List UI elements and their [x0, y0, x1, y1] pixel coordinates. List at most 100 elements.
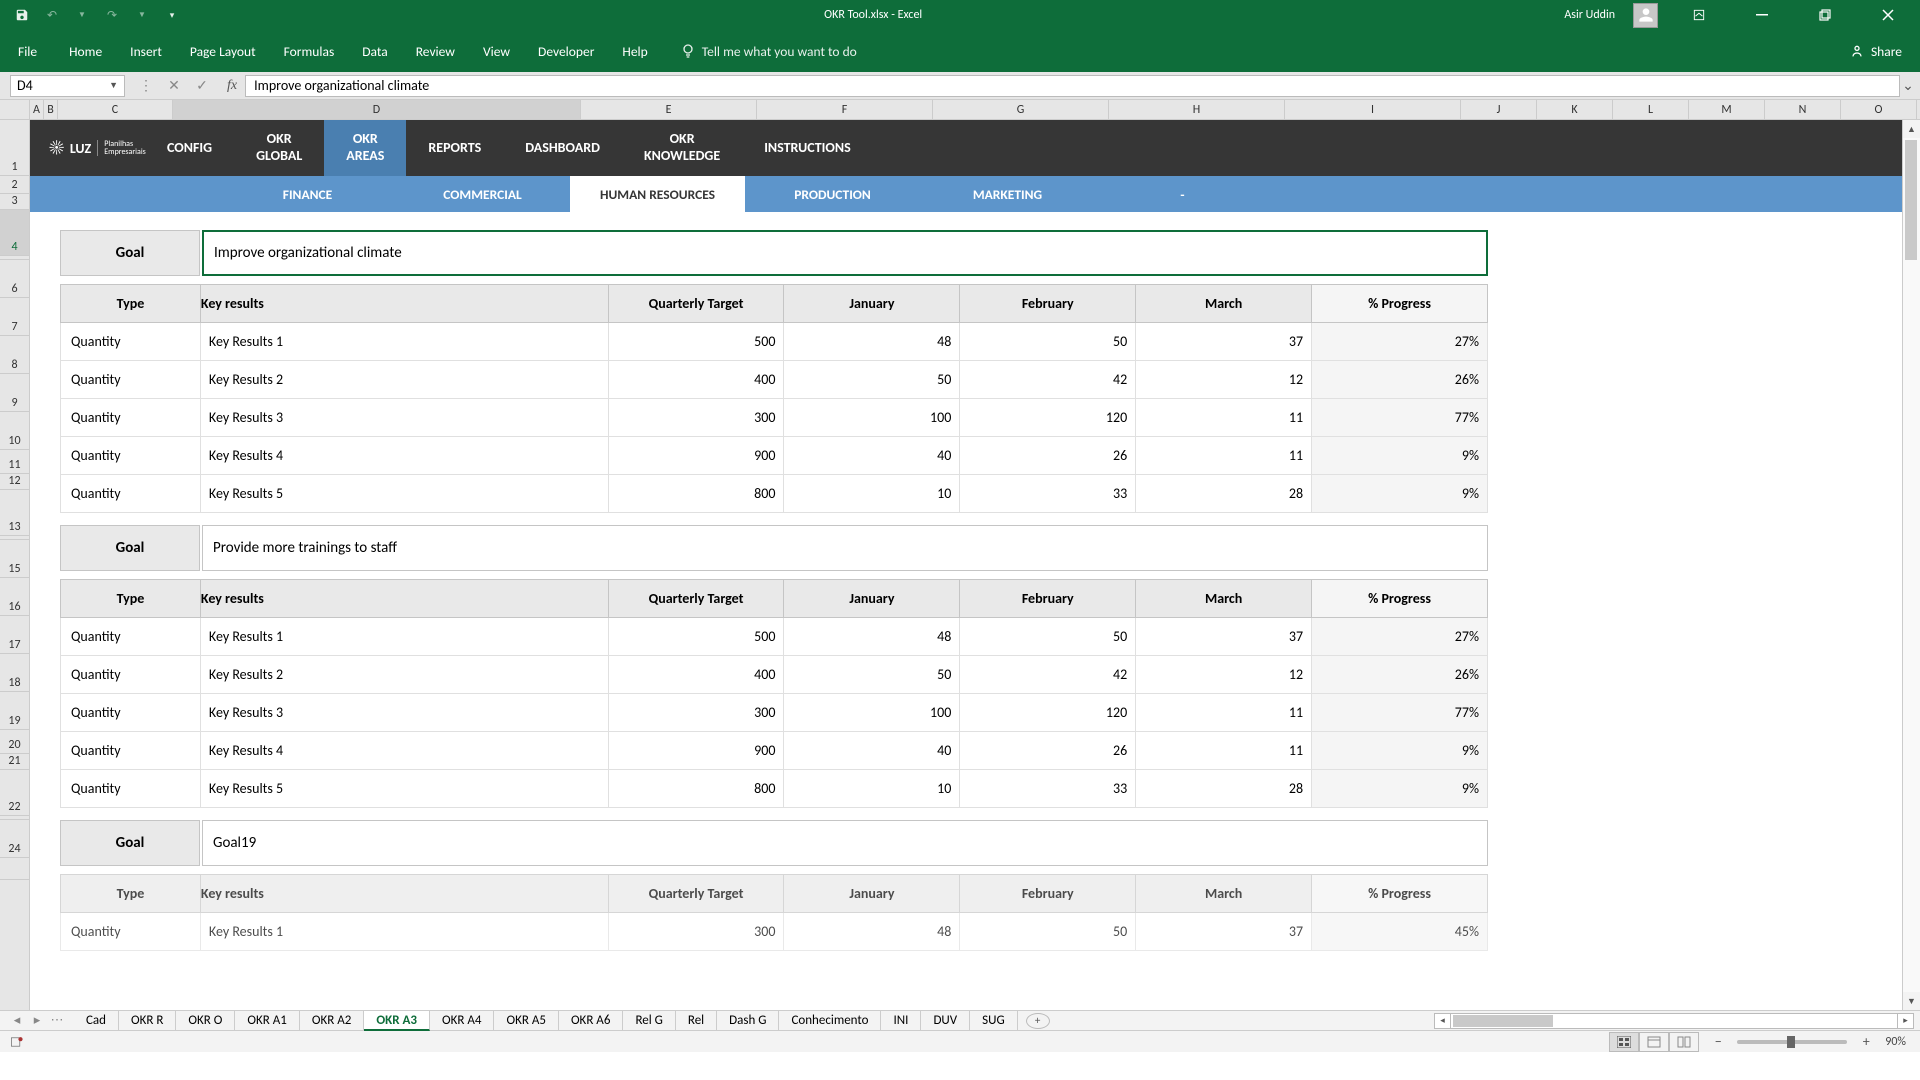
cell-jan[interactable]: 48	[784, 618, 960, 656]
undo-icon[interactable]: ↶	[42, 5, 62, 25]
cell-kr[interactable]: Key Results 5	[200, 475, 608, 513]
redo-dd-icon[interactable]: ▼	[132, 5, 152, 25]
sheet-tab-dash-g[interactable]: Dash G	[717, 1011, 779, 1031]
cell-feb[interactable]: 50	[960, 618, 1136, 656]
nav-instructions[interactable]: INSTRUCTIONS	[742, 120, 873, 176]
cell-prog[interactable]: 27%	[1312, 323, 1488, 361]
goal-input-2[interactable]: Goal19	[202, 820, 1488, 866]
sheet-tab-okr-a6[interactable]: OKR A6	[559, 1011, 623, 1031]
row-header-24[interactable]: 24	[0, 820, 29, 858]
cell-kr[interactable]: Key Results 2	[200, 656, 608, 694]
cell-prog[interactable]: 9%	[1312, 437, 1488, 475]
cell-kr[interactable]: Key Results 5	[200, 770, 608, 808]
macro-record-icon[interactable]	[10, 1035, 24, 1049]
row-header-8[interactable]: 8	[0, 336, 29, 374]
hscroll-thumb[interactable]	[1453, 1015, 1553, 1027]
undo-dd-icon[interactable]: ▼	[72, 5, 92, 25]
cell-type[interactable]: Quantity	[61, 656, 201, 694]
column-header-E[interactable]: E	[581, 100, 757, 119]
cell-qt[interactable]: 800	[608, 475, 784, 513]
cell-prog[interactable]: 26%	[1312, 656, 1488, 694]
subnav-production[interactable]: PRODUCTION	[745, 176, 920, 212]
nav-okr-knowledge[interactable]: OKRKNOWLEDGE	[622, 120, 742, 176]
row-header-9[interactable]: 9	[0, 374, 29, 412]
ribbon-options-icon[interactable]	[1676, 0, 1721, 30]
cell-prog[interactable]: 9%	[1312, 475, 1488, 513]
sheet-tab-okr-a1[interactable]: OKR A1	[235, 1011, 299, 1031]
ribbon-tab-help[interactable]: Help	[608, 30, 661, 72]
qat-customize-icon[interactable]: ▾	[162, 5, 182, 25]
cell-mar[interactable]: 28	[1136, 475, 1312, 513]
column-header-O[interactable]: O	[1841, 100, 1917, 119]
sheet-tab-sug[interactable]: SUG	[970, 1011, 1018, 1031]
normal-view-icon[interactable]	[1609, 1032, 1639, 1052]
cell-prog[interactable]: 27%	[1312, 618, 1488, 656]
cell-qt[interactable]: 300	[608, 399, 784, 437]
cell-prog[interactable]: 45%	[1312, 913, 1488, 951]
cancel-icon[interactable]: ✕	[163, 77, 185, 94]
cell-feb[interactable]: 50	[960, 913, 1136, 951]
cell-type[interactable]: Quantity	[61, 475, 201, 513]
row-header-17[interactable]: 17	[0, 616, 29, 654]
sheet-tab-okr-o[interactable]: OKR O	[176, 1011, 235, 1031]
expand-formula-icon[interactable]: ⌄	[1900, 77, 1920, 94]
name-box[interactable]: D4 ▼	[10, 75, 125, 97]
cell-jan[interactable]: 50	[784, 361, 960, 399]
column-header-I[interactable]: I	[1285, 100, 1461, 119]
share-button[interactable]: Share	[1849, 43, 1920, 60]
cell-feb[interactable]: 26	[960, 437, 1136, 475]
cell-mar[interactable]: 37	[1136, 913, 1312, 951]
cell-kr[interactable]: Key Results 1	[200, 618, 608, 656]
subnav-marketing[interactable]: MARKETING	[920, 176, 1095, 212]
cell-qt[interactable]: 400	[608, 361, 784, 399]
cell-feb[interactable]: 26	[960, 732, 1136, 770]
cell-kr[interactable]: Key Results 3	[200, 399, 608, 437]
nav-okr-global[interactable]: OKRGLOBAL	[234, 120, 324, 176]
row-header-20[interactable]: 20	[0, 730, 29, 754]
cell-mar[interactable]: 11	[1136, 437, 1312, 475]
cell-feb[interactable]: 120	[960, 399, 1136, 437]
fb-more-icon[interactable]: ⋮	[135, 77, 157, 94]
cell-jan[interactable]: 40	[784, 732, 960, 770]
cell-feb[interactable]: 33	[960, 475, 1136, 513]
hscroll-right-icon[interactable]: ▸	[1897, 1014, 1913, 1028]
select-all-corner[interactable]	[0, 100, 30, 119]
cell-kr[interactable]: Key Results 1	[200, 913, 608, 951]
scroll-up-icon[interactable]: ▲	[1903, 120, 1920, 138]
subnav-human-resources[interactable]: HUMAN RESOURCES	[570, 176, 745, 212]
cell-qt[interactable]: 500	[608, 618, 784, 656]
cell-type[interactable]: Quantity	[61, 913, 201, 951]
row-header-16[interactable]: 16	[0, 578, 29, 616]
row-header-13[interactable]: 13	[0, 490, 29, 536]
tab-scroll-left-icon[interactable]: ◂	[10, 1013, 24, 1028]
sheet-tab-conhecimento[interactable]: Conhecimento	[779, 1011, 881, 1031]
cell-type[interactable]: Quantity	[61, 732, 201, 770]
ribbon-tab-review[interactable]: Review	[402, 30, 469, 72]
namebox-dd-icon[interactable]: ▼	[109, 80, 118, 91]
sheet-tab-rel-g[interactable]: Rel G	[623, 1011, 675, 1031]
zoom-in-button[interactable]: +	[1859, 1033, 1873, 1050]
redo-icon[interactable]: ↷	[102, 5, 122, 25]
cell-type[interactable]: Quantity	[61, 618, 201, 656]
column-header-G[interactable]: G	[933, 100, 1109, 119]
column-header-H[interactable]: H	[1109, 100, 1285, 119]
subnav--[interactable]: -	[1095, 176, 1270, 212]
cell-mar[interactable]: 28	[1136, 770, 1312, 808]
sheet-tab-okr-r[interactable]: OKR R	[119, 1011, 176, 1031]
cell-feb[interactable]: 42	[960, 656, 1136, 694]
nav-okr-areas[interactable]: OKRAREAS	[324, 120, 406, 176]
cell-jan[interactable]: 48	[784, 913, 960, 951]
cell-feb[interactable]: 50	[960, 323, 1136, 361]
cell-prog[interactable]: 77%	[1312, 399, 1488, 437]
row-header-11[interactable]: 11	[0, 450, 29, 474]
ribbon-tab-page-layout[interactable]: Page Layout	[176, 30, 270, 72]
user-avatar[interactable]	[1633, 3, 1658, 28]
subnav-commercial[interactable]: COMMERCIAL	[395, 176, 570, 212]
file-tab[interactable]: File	[0, 30, 55, 72]
cell-jan[interactable]: 50	[784, 656, 960, 694]
column-header-F[interactable]: F	[757, 100, 933, 119]
cell-feb[interactable]: 33	[960, 770, 1136, 808]
column-header-J[interactable]: J	[1461, 100, 1537, 119]
cell-mar[interactable]: 37	[1136, 323, 1312, 361]
nav-dashboard[interactable]: DASHBOARD	[503, 120, 622, 176]
